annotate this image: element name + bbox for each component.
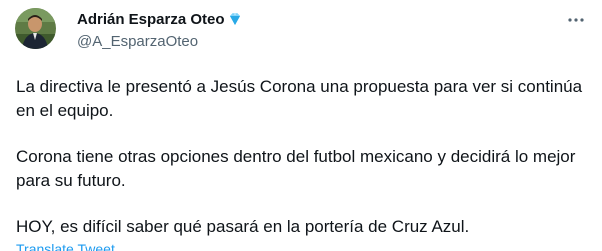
- avatar[interactable]: [15, 8, 56, 49]
- handle[interactable]: @A_EsparzaOteo: [77, 33, 198, 50]
- tweet[interactable]: Adrián Esparza Oteo @A_EsparzaOteo La di…: [0, 0, 602, 251]
- tweet-paragraph: HOY, es difícil saber qué pasará en la p…: [16, 217, 470, 236]
- tweet-paragraph: Corona tiene otras opciones dentro del f…: [16, 147, 576, 190]
- display-name[interactable]: Adrián Esparza Oteo: [77, 11, 225, 28]
- name-row: Adrián Esparza Oteo: [77, 10, 243, 28]
- tweet-paragraph: La directiva le presentó a Jesús Corona …: [16, 77, 583, 120]
- diamond-icon: [227, 11, 243, 27]
- more-horizontal-icon: [568, 18, 584, 22]
- more-button[interactable]: [564, 8, 588, 32]
- avatar-image: [15, 8, 56, 49]
- translate-tweet-link[interactable]: Translate Tweet: [16, 241, 115, 251]
